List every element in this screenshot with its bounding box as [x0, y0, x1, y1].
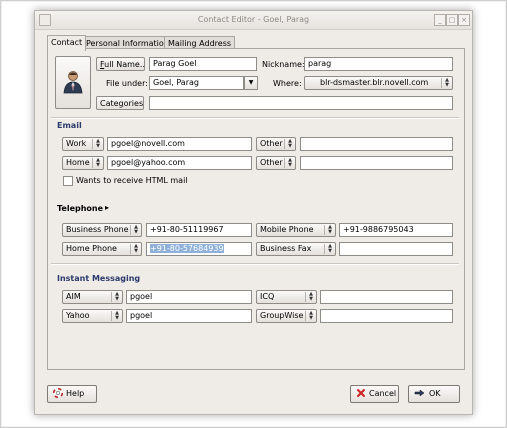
nickname-label: Nickname: — [262, 60, 305, 69]
spin-icon: ▲ ▼ — [130, 244, 139, 254]
im-service-3-label: Yahoo — [66, 311, 90, 320]
phone-type-1-label: Business Phone — [66, 225, 129, 234]
im-heading: Instant Messaging — [57, 274, 141, 283]
close-button[interactable]: × — [458, 14, 470, 26]
file-under-dropdown[interactable]: ▼ — [244, 76, 258, 90]
categories-field[interactable] — [149, 96, 453, 110]
cancel-button-label: Cancel — [369, 389, 397, 398]
email-heading: Email — [57, 121, 82, 130]
im-service-3[interactable]: Yahoo ▲ ▼ — [62, 309, 123, 323]
spin-icon: ▲ ▼ — [324, 225, 333, 235]
where-spin-icon: ▲ ▼ — [441, 78, 450, 88]
ok-button-label: OK — [429, 389, 441, 398]
email-field-1[interactable]: pgoel@novell.com — [107, 137, 252, 151]
email-field-3[interactable]: pgoel@yahoo.com — [107, 156, 252, 170]
full-name-button[interactable]: Full Name... — [96, 57, 145, 71]
spin-icon: ▲ ▼ — [92, 158, 101, 168]
person-icon — [63, 71, 83, 94]
full-name-button-label: ull Name... — [104, 60, 145, 69]
where-combo[interactable]: blr-dsmaster.blr.novell.com ▲ ▼ — [304, 76, 453, 90]
spin-icon: ▲ ▼ — [92, 139, 101, 149]
spin-icon: ▲ ▼ — [111, 311, 120, 321]
phone-type-4-label: Business Fax — [260, 244, 312, 253]
email-type-1[interactable]: Work ▲ ▼ — [62, 137, 104, 151]
phone-field-2[interactable]: +91-9886795043 — [339, 223, 453, 237]
phone-field-3[interactable]: +91-80-57684939 — [146, 242, 252, 256]
spin-icon: ▲ ▼ — [111, 292, 120, 302]
im-service-1[interactable]: AIM ▲ ▼ — [62, 290, 123, 304]
phone-type-2[interactable]: Mobile Phone ▲ ▼ — [256, 223, 336, 237]
phone-field-3-selected-text: +91-80-57684939 — [150, 244, 224, 253]
categories-button[interactable]: Categories — [96, 96, 144, 110]
im-field-4[interactable] — [320, 309, 453, 323]
file-under-label: File under: — [106, 79, 148, 88]
lifebuoy-icon — [53, 387, 63, 398]
phone-type-3-label: Home Phone — [66, 244, 117, 253]
contact-editor-window: Contact Editor - Goel, Parag _ □ × Conta… — [34, 10, 473, 415]
file-under-field[interactable]: Goel, Parag — [149, 76, 244, 90]
phone-type-2-label: Mobile Phone — [260, 225, 314, 234]
cancel-x-icon — [357, 388, 365, 397]
email-field-2[interactable] — [300, 137, 453, 151]
im-field-2[interactable] — [320, 290, 453, 304]
im-service-4-label: GroupWise — [260, 311, 304, 320]
spin-icon: ▲ ▼ — [324, 244, 333, 254]
im-service-2[interactable]: ICQ ▲ ▼ — [256, 290, 317, 304]
im-service-2-label: ICQ — [260, 292, 275, 301]
email-field-4[interactable] — [300, 156, 453, 170]
nickname-field[interactable]: parag — [304, 57, 453, 71]
html-mail-label[interactable]: Wants to receive HTML mail — [76, 176, 188, 185]
expander-arrow-icon[interactable]: ▸ — [105, 203, 109, 212]
help-button-label: Help — [66, 389, 85, 398]
email-type-2[interactable]: Other ▲ ▼ — [256, 137, 296, 151]
im-service-1-label: AIM — [66, 292, 81, 301]
contact-photo-button[interactable] — [55, 56, 91, 109]
email-type-3[interactable]: Home ▲ ▼ — [62, 156, 104, 170]
where-value: blr-dsmaster.blr.novell.com — [320, 78, 429, 87]
spin-icon: ▲ ▼ — [284, 139, 293, 149]
phone-type-1[interactable]: Business Phone ▲ ▼ — [62, 223, 142, 237]
ok-hand-icon — [414, 389, 425, 396]
im-separator — [51, 263, 459, 265]
email-type-3-label: Home — [66, 158, 90, 167]
tab-contact[interactable]: Contact — [47, 35, 87, 51]
telephone-heading[interactable]: Telephone — [57, 204, 103, 213]
email-separator — [51, 117, 459, 119]
spin-icon: ▲ ▼ — [130, 225, 139, 235]
spin-icon: ▲ ▼ — [284, 158, 293, 168]
email-type-4-label: Other — [260, 158, 283, 167]
full-name-field[interactable]: Parag Goel — [149, 57, 257, 71]
phone-type-4[interactable]: Business Fax ▲ ▼ — [256, 242, 336, 256]
html-mail-checkbox[interactable] — [63, 176, 73, 186]
phone-field-4[interactable] — [339, 242, 453, 256]
phone-type-3[interactable]: Home Phone ▲ ▼ — [62, 242, 142, 256]
spin-icon: ▲ ▼ — [305, 311, 314, 321]
contact-tab-panel: Full Name... Parag Goel Nickname: parag … — [47, 48, 465, 370]
im-field-3[interactable]: pgoel — [126, 309, 252, 323]
phone-field-1[interactable]: +91-80-51119967 — [146, 223, 252, 237]
im-service-4[interactable]: GroupWise ▲ ▼ — [256, 309, 317, 323]
email-type-2-label: Other — [260, 139, 283, 148]
email-type-1-label: Work — [66, 139, 87, 148]
im-field-1[interactable]: pgoel — [126, 290, 252, 304]
cancel-button[interactable]: Cancel — [350, 385, 399, 403]
window-title: Contact Editor - Goel, Parag — [197, 15, 310, 24]
maximize-button[interactable]: □ — [446, 14, 458, 26]
email-type-4[interactable]: Other ▲ ▼ — [256, 156, 296, 170]
spin-icon: ▲ ▼ — [305, 292, 314, 302]
minimize-button[interactable]: _ — [434, 14, 446, 26]
help-button[interactable]: Help — [47, 385, 97, 403]
title-bar[interactable]: Contact Editor - Goel, Parag _ □ × — [35, 11, 472, 30]
where-label: Where: — [273, 79, 302, 88]
ok-button[interactable]: OK — [408, 385, 460, 403]
